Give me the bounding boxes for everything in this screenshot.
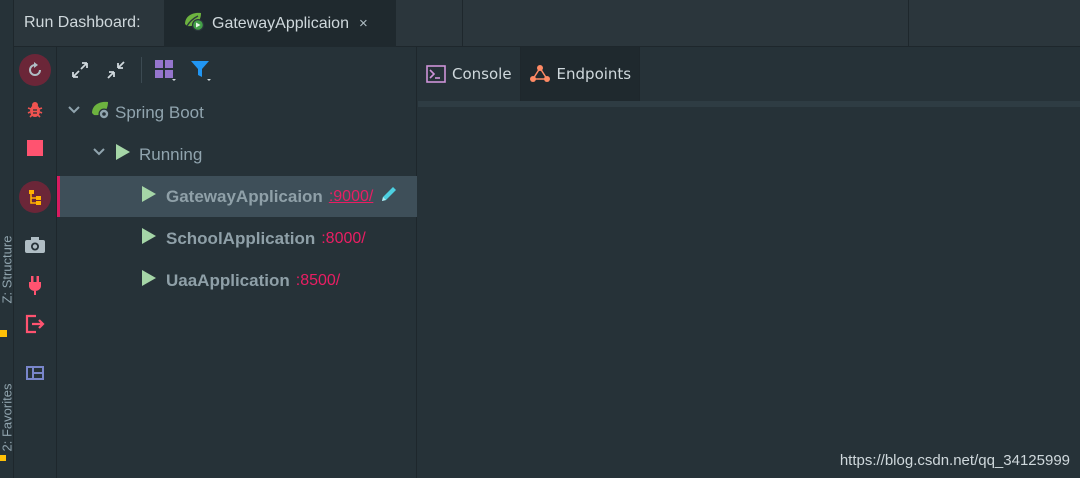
tab-label: Endpoints [556,65,632,83]
spring-boot-icon [89,99,113,126]
tree-item-uaa-application[interactable]: UaaApplication :8500/ [57,260,417,301]
app-name: UaaApplication [166,270,290,290]
layout-button[interactable] [19,357,51,389]
snapshot-button[interactable] [19,229,51,261]
tree-toolbar [57,47,416,92]
filter-icon [191,60,211,81]
run-configurations-tree: Spring Boot Running GatewayApplicaion :9… [57,47,417,478]
edit-pencil-icon[interactable] [379,184,399,209]
filter-button[interactable] [188,57,214,83]
group-by-button[interactable] [19,181,51,213]
play-icon [141,185,157,208]
console-icon [426,65,446,83]
toolbar-divider [141,56,142,83]
group-services-button[interactable] [152,57,178,83]
structure-tool-label[interactable]: Z: Structure [0,233,15,307]
tab-label: GatewayApplicaion [212,14,349,32]
port-link[interactable]: :8500/ [296,272,340,290]
play-icon [141,269,157,292]
chevron-down-icon[interactable] [92,145,106,164]
tree-node-label: Spring Boot [115,102,204,122]
header-divider [908,0,909,47]
tree-item-school-application[interactable]: SchoolApplication :8000/ [57,218,417,259]
run-dashboard-title: Run Dashboard: [24,14,141,31]
expand-all-button[interactable] [67,57,93,83]
play-icon [115,143,131,166]
close-icon[interactable]: × [359,15,368,32]
tab-console[interactable]: Console [418,47,521,101]
expand-all-icon [72,61,88,78]
grid-icon [155,59,176,81]
camera-icon [25,237,45,253]
run-actions-toolbar [14,47,57,478]
rerun-button[interactable] [19,54,51,86]
attach-button[interactable] [19,269,51,301]
play-icon [141,227,157,250]
collapse-all-icon [107,60,125,79]
tab-label: Console [452,65,512,83]
port-link[interactable]: :9000/ [329,188,373,206]
app-name: GatewayApplicaion [166,186,323,206]
app-name: SchoolApplication [166,228,316,248]
hierarchy-icon [29,190,41,205]
details-panel: Console Endpoints https://blog.csdn.net/… [418,47,1080,478]
stop-icon [27,140,43,156]
tree-node-label: Running [139,144,203,164]
plug-icon [29,276,41,295]
favorites-icon [0,455,6,461]
collapse-all-button[interactable] [103,57,129,83]
structure-icon [0,330,7,337]
tab-endpoints[interactable]: Endpoints [520,47,641,101]
debug-button[interactable] [19,94,51,126]
details-tabs: Console Endpoints [418,47,1080,107]
endpoints-icon [529,65,550,82]
dashboard-header: Run Dashboard: GatewayApplicaion × [14,0,1080,47]
spring-boot-run-icon [182,10,206,37]
watermark-url: https://blog.csdn.net/qq_34125999 [839,452,1070,469]
chevron-down-icon[interactable] [67,103,81,122]
exit-icon [25,314,45,334]
port-link[interactable]: :8000/ [321,230,365,248]
tree-node-running[interactable]: Running [57,134,417,175]
header-divider [462,0,463,47]
exit-button[interactable] [19,308,51,340]
tab-gateway-application[interactable]: GatewayApplicaion × [164,0,396,47]
tool-window-strip: Z: Structure 2: Favorites [0,0,15,478]
bug-icon [27,102,43,118]
tree-item-gateway-application[interactable]: GatewayApplicaion :9000/ [57,176,417,217]
rerun-icon [29,62,41,76]
layout-icon [26,366,44,380]
tree-node-spring-boot[interactable]: Spring Boot [57,92,417,133]
favorites-tool-label[interactable]: 2: Favorites [0,381,15,455]
stop-button[interactable] [19,132,51,164]
